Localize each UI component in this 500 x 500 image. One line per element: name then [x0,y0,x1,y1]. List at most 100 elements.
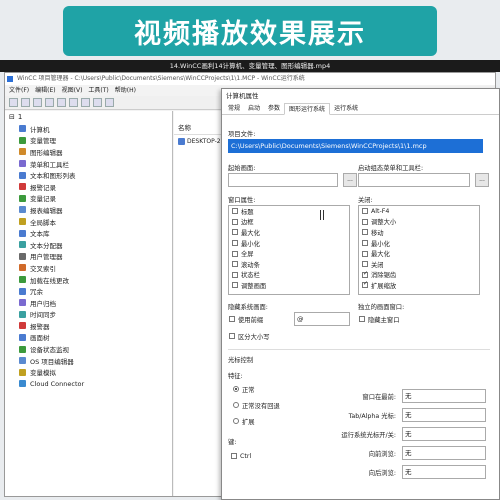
hotkey-field[interactable]: 无 [402,465,486,479]
checkbox-row[interactable]: 全屏 [229,248,349,259]
tree-item[interactable]: 冗余 [5,285,172,297]
checkbox-row[interactable]: 状态栏 [229,270,349,281]
checkbox[interactable] [362,280,368,289]
checkbox[interactable] [232,229,238,236]
menu-edit[interactable]: 编辑(E) [35,85,55,96]
hotkey-field[interactable]: 无 [402,389,486,403]
checkbox[interactable] [232,282,238,289]
checkbox-row[interactable]: 扩展缩放 [359,280,479,291]
checkbox[interactable] [232,218,238,225]
feature-option[interactable]: 正常没有回退 [230,397,320,413]
case-checkbox[interactable] [229,333,235,340]
checkbox-row[interactable]: 调整画面 [229,280,349,291]
tree-item[interactable]: 图形编辑器 [5,146,172,158]
ctrl-checkbox[interactable] [231,453,237,460]
column-header-name[interactable]: 名称 [174,111,225,135]
hotkey-field[interactable]: 无 [402,427,486,441]
feature-radio[interactable] [233,418,239,424]
checkbox-row[interactable]: 移动 [359,227,479,238]
dialog-tab[interactable]: 运行系统 [330,103,362,114]
tree-item[interactable]: Cloud Connector [5,378,172,390]
tree-item[interactable]: 报警器 [5,320,172,332]
checkbox-row[interactable]: 标题 [229,206,349,217]
checkbox-row[interactable]: 调整大小 [359,217,479,228]
start-menu-browse-button[interactable]: ... [475,173,489,187]
tree-item[interactable]: 计算机 [5,123,172,135]
properties-icon[interactable] [93,98,102,107]
dialog-tab[interactable]: 参数 [264,103,284,114]
tree-item[interactable]: 交叉索引 [5,262,172,274]
tree-item[interactable]: 文本和图形列表 [5,169,172,181]
menu-file[interactable]: 文件(F) [9,85,29,96]
collapse-icon[interactable]: ⊟ [9,113,15,121]
tree-item[interactable]: 画面树 [5,332,172,344]
tree-item[interactable]: 用户归档 [5,297,172,309]
dialog-tab[interactable]: 常规 [224,103,244,114]
tree-item[interactable]: 报表编辑器 [5,204,172,216]
feature-option[interactable]: 扩展 [230,413,320,429]
tree-item[interactable]: 时间同步 [5,309,172,321]
checkbox[interactable] [232,261,238,268]
hotkey-field[interactable]: 无 [402,408,486,422]
dialog-tab[interactable]: 启动 [244,103,264,114]
checkbox-row[interactable]: 消除锯齿 [359,270,479,281]
deactivate-icon[interactable] [45,98,54,107]
checkbox-row[interactable]: 滚动条 [229,259,349,270]
tree-item[interactable]: 变量模拟 [5,366,172,378]
tree-item[interactable]: 变量管理 [5,135,172,147]
start-screen-field[interactable] [228,173,338,187]
tree-root[interactable]: ⊟ 1 [5,111,172,123]
paste-icon[interactable] [81,98,90,107]
checkbox-row[interactable]: Alt-F4 [359,206,479,217]
computer-row[interactable]: DESKTOP-2 [174,135,225,148]
checkbox[interactable] [362,250,368,257]
start-menu-field[interactable] [358,173,470,187]
checkbox-row[interactable]: 最大化 [359,248,479,259]
menu-help[interactable]: 帮助(H) [115,85,136,96]
help-icon[interactable] [105,98,114,107]
use-prefix-checkbox[interactable] [229,316,235,323]
checkbox[interactable] [232,271,238,278]
checkbox[interactable] [362,240,368,247]
checkbox[interactable] [362,218,368,225]
checkbox[interactable] [232,250,238,257]
checkbox-row[interactable]: 最小化 [229,238,349,249]
activate-icon[interactable] [33,98,42,107]
copy-icon[interactable] [69,98,78,107]
hide-main-row[interactable]: 隐藏主窗口 [356,314,399,325]
checkbox[interactable] [232,208,238,215]
tree-item[interactable]: 菜单和工具栏 [5,158,172,170]
tree-item[interactable]: 用户管理器 [5,251,172,263]
checkbox[interactable] [232,240,238,247]
checkbox-row[interactable]: 边框 [229,217,349,228]
project-file-field[interactable]: C:\Users\Public\Documents\Siemens\WinCCP… [228,139,483,153]
checkbox[interactable] [362,208,368,215]
feature-radio[interactable] [233,386,239,392]
checkbox[interactable] [362,270,368,278]
tree-item[interactable]: 文本分配器 [5,239,172,251]
checkbox-row[interactable]: 最大化 [229,227,349,238]
use-prefix-row[interactable]: 使用前缀 [226,314,263,325]
checkbox-row[interactable]: 关闭 [359,259,479,270]
checkbox[interactable] [362,229,368,236]
dialog-tab[interactable]: 图形运行系统 [284,103,331,115]
hide-main-checkbox[interactable] [359,316,365,323]
tree-item[interactable]: 变量记录 [5,193,172,205]
feature-option[interactable]: 正常 [230,381,320,397]
cut-icon[interactable] [57,98,66,107]
case-row[interactable]: 区分大小写 [226,331,269,342]
tree-item[interactable]: OS 项目编辑器 [5,355,172,367]
open-icon[interactable] [21,98,30,107]
prefix-field[interactable]: @ [294,312,350,326]
tree-item[interactable]: 报警记录 [5,181,172,193]
menu-view[interactable]: 视图(V) [62,85,83,96]
feature-radio[interactable] [233,402,239,408]
ctrl-row[interactable]: Ctrl [228,451,251,462]
tree-item[interactable]: 加载在线更改 [5,274,172,286]
tree-item[interactable]: 设备状态监视 [5,343,172,355]
tree-item[interactable]: 全局脚本 [5,216,172,228]
start-screen-browse-button[interactable]: ... [343,173,357,187]
checkbox-row[interactable]: 最小化 [359,238,479,249]
checkbox[interactable] [362,261,368,268]
tree-item[interactable]: 文本库 [5,227,172,239]
